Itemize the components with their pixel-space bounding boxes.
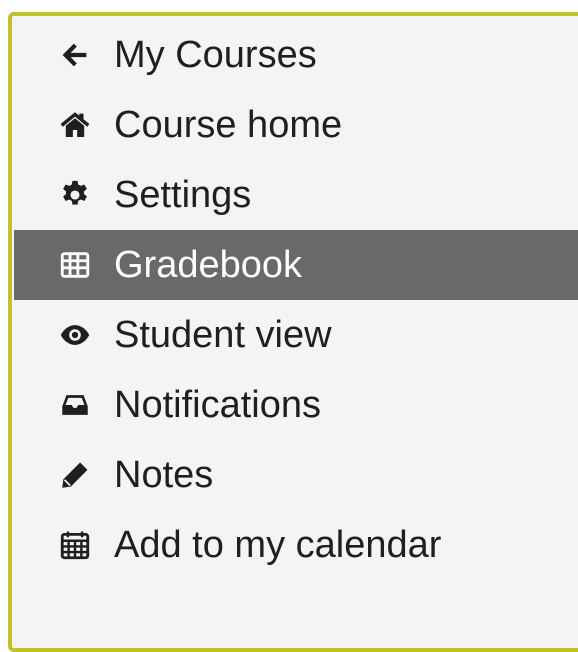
eye-icon bbox=[54, 314, 96, 356]
menu-item-label: Gradebook bbox=[114, 244, 303, 286]
inbox-icon bbox=[54, 384, 96, 426]
menu-item-add-to-calendar[interactable]: Add to my calendar bbox=[14, 510, 578, 580]
menu-item-label: Student view bbox=[114, 314, 332, 356]
calendar-icon bbox=[54, 524, 96, 566]
menu-item-student-view[interactable]: Student view bbox=[14, 300, 578, 370]
menu-item-label: Course home bbox=[114, 104, 343, 146]
course-navigation-menu: My Courses Course home Settings Gradeboo… bbox=[14, 20, 578, 580]
menu-item-label: My Courses bbox=[114, 34, 317, 76]
arrow-left-icon bbox=[54, 34, 96, 76]
menu-item-label: Settings bbox=[114, 174, 252, 216]
menu-item-notifications[interactable]: Notifications bbox=[14, 370, 578, 440]
table-icon bbox=[54, 244, 96, 286]
menu-item-course-home[interactable]: Course home bbox=[14, 90, 578, 160]
menu-item-settings[interactable]: Settings bbox=[14, 160, 578, 230]
home-icon bbox=[54, 104, 96, 146]
gear-icon bbox=[54, 174, 96, 216]
menu-item-label: Add to my calendar bbox=[114, 524, 442, 566]
menu-item-gradebook[interactable]: Gradebook bbox=[14, 230, 578, 300]
menu-item-my-courses[interactable]: My Courses bbox=[14, 20, 578, 90]
menu-item-label: Notifications bbox=[114, 384, 321, 426]
menu-item-label: Notes bbox=[114, 454, 214, 496]
pencil-icon bbox=[54, 454, 96, 496]
menu-item-notes[interactable]: Notes bbox=[14, 440, 578, 510]
